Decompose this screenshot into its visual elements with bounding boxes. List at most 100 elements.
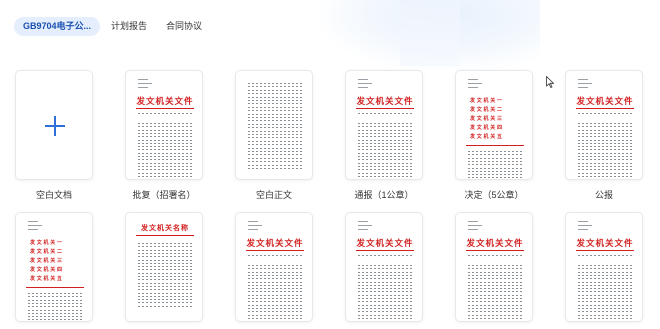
text-line [138, 302, 192, 304]
text-line [578, 314, 632, 316]
red-header-title: 发文机关文件 [246, 239, 304, 249]
text-line [468, 317, 522, 319]
tab-plan-report[interactable]: 计划报告 [103, 17, 155, 36]
text-line [358, 278, 412, 280]
template-label: 公报 [594, 190, 613, 200]
template-card[interactable]: 发文机关文件 [565, 212, 643, 322]
text-line [138, 175, 192, 177]
text-line [358, 152, 412, 154]
text-line [578, 165, 632, 167]
text-line [138, 136, 192, 138]
meta-line [358, 79, 368, 80]
text-line [248, 83, 302, 84]
text-line [468, 271, 522, 273]
template-label: 空白正文 [255, 190, 292, 200]
text-line [578, 172, 632, 174]
text-line [248, 278, 302, 280]
red-header-title: 发文机关文件 [356, 97, 414, 107]
template-card[interactable]: 发文机关名称 [125, 212, 203, 322]
text-line [578, 298, 632, 299]
text-line [248, 265, 302, 266]
template-card[interactable] [15, 70, 93, 180]
text-line [468, 278, 522, 280]
text-line [248, 106, 302, 108]
header-decoration-block [400, 0, 460, 66]
template-card[interactable]: 发文机关文件 [235, 212, 313, 322]
mouse-pointer-icon [546, 76, 554, 88]
meta-line [248, 229, 258, 230]
text-line [358, 284, 412, 286]
text-line [358, 314, 412, 316]
text-line [358, 265, 412, 266]
text-line [358, 298, 412, 299]
tab-contract[interactable]: 合同协议 [158, 17, 210, 36]
text-line [248, 117, 302, 118]
text-line [578, 129, 632, 131]
document-preview [16, 71, 92, 179]
text-line [468, 274, 522, 276]
template-card[interactable]: 发 文 机 关 一发 文 机 关 二发 文 机 关 三发 文 机 关 四发 文 … [15, 212, 93, 322]
text-line [248, 307, 302, 309]
text-line [248, 113, 302, 115]
text-line [138, 252, 192, 254]
text-line [468, 255, 522, 256]
text-line [578, 307, 632, 309]
text-line [138, 276, 192, 277]
template-card[interactable]: 发文机关文件 [345, 70, 423, 180]
document-preview [236, 71, 312, 179]
text-line [138, 259, 192, 261]
text-line [358, 123, 412, 124]
text-line [578, 113, 632, 114]
template-card[interactable] [235, 70, 313, 180]
text-line [578, 255, 632, 256]
text-line [138, 172, 192, 174]
text-line [138, 299, 192, 301]
text-line [138, 256, 192, 258]
text-line [138, 132, 192, 134]
document-preview: 发 文 机 关 一发 文 机 关 二发 文 机 关 三发 文 机 关 四发 文 … [16, 213, 92, 321]
red-rule [26, 287, 84, 288]
text-line [578, 294, 632, 296]
text-line [578, 149, 632, 151]
text-line [28, 319, 82, 321]
text-line [468, 311, 522, 313]
text-line [468, 154, 522, 156]
text-line [358, 159, 412, 161]
text-line [248, 268, 302, 270]
text-line [358, 271, 412, 273]
template-card[interactable]: 发 文 机 关 一发 文 机 关 二发 文 机 关 三发 文 机 关 四发 文 … [455, 70, 533, 180]
meta-line [468, 87, 478, 88]
text-line [138, 123, 192, 124]
issuer-name-line: 发 文 机 关 五 [30, 276, 62, 282]
text-line [138, 262, 192, 264]
text-line [578, 311, 632, 313]
text-line [578, 317, 632, 319]
meta-line [468, 221, 478, 222]
text-line [578, 284, 632, 286]
text-line [468, 167, 522, 169]
red-rule [136, 235, 194, 236]
text-line [138, 149, 192, 151]
text-line [468, 160, 522, 162]
text-line [248, 164, 302, 166]
text-line [468, 301, 522, 303]
text-line [248, 140, 302, 142]
red-rule [466, 145, 524, 146]
text-line [248, 281, 302, 283]
tab-gb9704[interactable]: GB9704电子公... [14, 16, 101, 36]
text-line [28, 306, 82, 308]
template-card[interactable]: 发文机关文件 [565, 70, 643, 180]
template-card[interactable]: 发文机关文件 [125, 70, 203, 180]
text-line [578, 156, 632, 157]
template-card[interactable]: 发文机关文件 [455, 212, 533, 322]
issuer-name-line: 发 文 机 关 三 [30, 258, 62, 264]
text-line [358, 113, 412, 114]
red-rule [356, 250, 414, 251]
template-card[interactable]: 发文机关文件 [345, 212, 423, 322]
text-line [248, 157, 302, 159]
meta-line [28, 221, 38, 222]
meta-line [578, 87, 588, 88]
text-line [138, 159, 192, 161]
text-line [138, 305, 192, 307]
text-line [138, 162, 192, 164]
